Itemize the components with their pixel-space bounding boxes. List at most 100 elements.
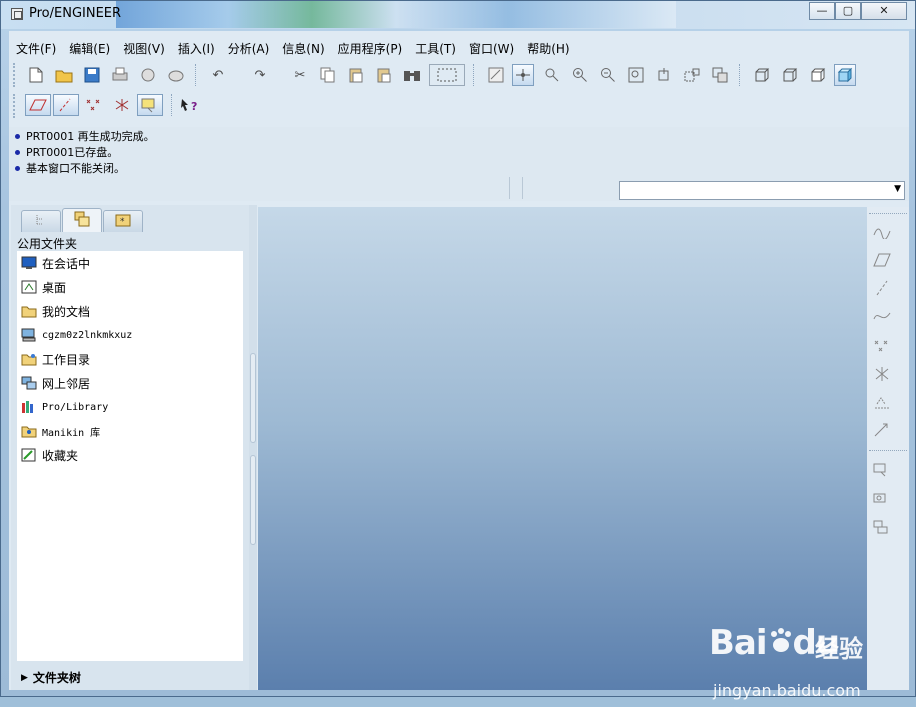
datum-target-icon[interactable] [871, 489, 893, 511]
maximize-button[interactable]: ▢ [835, 2, 861, 20]
client-area: 文件(F) 编辑(E) 视图(V) 插入(I) 分析(A) 信息(N) 应用程序… [9, 31, 909, 700]
send-mail-icon[interactable] [165, 64, 187, 86]
datum-point-icon[interactable] [871, 335, 893, 357]
plane-display-icon[interactable] [25, 94, 51, 116]
list-item[interactable]: 网上邻居 [17, 371, 243, 395]
menu-applications[interactable]: 应用程序(P) [331, 37, 409, 57]
cut-icon[interactable]: ✂ [289, 64, 311, 86]
bullet-icon [15, 133, 20, 139]
working-directory-icon [21, 351, 37, 367]
close-button[interactable]: ✕ [861, 2, 907, 20]
axis-display-icon[interactable] [53, 94, 79, 116]
splitter-handle[interactable] [250, 353, 256, 443]
toolbar-separator [739, 64, 742, 86]
paste-icon[interactable] [345, 64, 367, 86]
undo-icon[interactable]: ↶ [207, 64, 229, 86]
find-icon[interactable] [401, 64, 423, 86]
network-icon [21, 375, 37, 391]
edit-curve-icon[interactable] [871, 419, 893, 441]
svg-text:*: * [120, 217, 125, 227]
menu-tools[interactable]: 工具(T) [408, 37, 462, 57]
list-item-label: 在会话中 [42, 256, 91, 271]
zoom-out-icon[interactable] [597, 64, 619, 86]
no-hidden-icon[interactable] [807, 64, 829, 86]
list-item[interactable]: Manikin 库 [17, 419, 243, 443]
datum-curve-icon[interactable] [871, 305, 893, 327]
message-text: PRT0001已存盘。 [26, 146, 119, 159]
minimize-button[interactable]: — [809, 2, 835, 20]
refit-icon[interactable] [625, 64, 647, 86]
tab-model-tree[interactable] [21, 210, 61, 232]
redo-icon[interactable]: ↷ [249, 64, 271, 86]
list-item[interactable]: 在会话中 [17, 251, 243, 275]
expand-arrow-icon: ▶ [21, 672, 28, 683]
coordinate-system-icon[interactable] [871, 363, 893, 385]
bullet-icon [15, 149, 20, 155]
folder-list: 在会话中 桌面 我的文档 cgzm0z2lnkmkxuz 工作目录 网上邻居 P… [17, 251, 243, 661]
paste-special-icon[interactable] [373, 64, 395, 86]
csys-display-icon[interactable] [109, 94, 135, 116]
annotation-feature-icon[interactable] [871, 459, 893, 481]
message-line: PRT0001已存盘。 [15, 144, 118, 160]
folder-browser-icon [74, 211, 90, 230]
hidden-line-icon[interactable] [779, 64, 801, 86]
shading-icon[interactable] [834, 64, 856, 86]
new-icon[interactable] [25, 64, 47, 86]
menu-help[interactable]: 帮助(H) [520, 37, 575, 57]
select-box-icon[interactable] [429, 64, 465, 86]
list-item-label: 桌面 [42, 280, 67, 295]
datum-axis-icon[interactable] [871, 277, 893, 299]
saved-views-icon[interactable] [681, 64, 703, 86]
list-item[interactable]: 收藏夹 [17, 443, 243, 467]
list-item[interactable]: Pro/Library [17, 395, 243, 419]
command-dropdown[interactable]: ▼ [619, 181, 905, 200]
menu-window[interactable]: 窗口(W) [462, 37, 520, 57]
menu-view[interactable]: 视图(V) [116, 37, 171, 57]
open-icon[interactable] [53, 64, 75, 86]
library-icon [21, 399, 37, 415]
title-bar[interactable]: Pro/ENGINEER — ▢ ✕ [1, 1, 915, 29]
wireframe-icon[interactable] [751, 64, 773, 86]
message-line: 基本窗口不能关闭。 [15, 160, 125, 176]
app-icon[interactable] [11, 8, 23, 20]
copy-icon[interactable] [317, 64, 339, 86]
status-bar-divider[interactable] [509, 177, 523, 199]
message-text: PRT0001 再生成功完成。 [26, 130, 155, 143]
analysis-feature-icon[interactable] [871, 391, 893, 413]
toolbar-grip[interactable] [13, 63, 18, 87]
orient-icon[interactable] [541, 64, 563, 86]
print-icon[interactable] [109, 64, 131, 86]
point-display-icon[interactable] [81, 94, 107, 116]
context-help-icon[interactable]: ? [179, 94, 201, 116]
list-item[interactable]: 工作目录 [17, 347, 243, 371]
zoom-in-icon[interactable] [569, 64, 591, 86]
toolbar-grip[interactable] [13, 94, 18, 118]
repaint-icon[interactable] [485, 64, 507, 86]
save-icon[interactable] [81, 64, 103, 86]
list-item[interactable]: cgzm0z2lnkmkxuz [17, 323, 243, 347]
spin-center-icon[interactable] [512, 64, 534, 86]
set-datum-tag-icon[interactable] [871, 517, 893, 539]
toolbar-separator [869, 213, 907, 214]
list-item[interactable]: 我的文档 [17, 299, 243, 323]
menu-file[interactable]: 文件(F) [9, 37, 62, 57]
tab-folder-browser[interactable] [62, 208, 102, 232]
list-item[interactable]: 桌面 [17, 275, 243, 299]
annotation-display-icon[interactable] [137, 94, 163, 116]
menu-info[interactable]: 信息(N) [275, 37, 330, 57]
navigator-splitter[interactable] [249, 205, 257, 690]
datum-plane-icon[interactable] [871, 249, 893, 271]
graphics-window[interactable] [258, 207, 867, 690]
folder-tree-toggle[interactable]: ▶ 文件夹树 [21, 669, 81, 686]
layers-icon[interactable] [709, 64, 731, 86]
menu-insert[interactable]: 插入(I) [171, 37, 221, 57]
menu-analysis[interactable]: 分析(A) [221, 37, 276, 57]
splitter-handle[interactable] [250, 455, 256, 545]
send-icon[interactable] [137, 64, 159, 86]
sketch-icon[interactable] [871, 221, 893, 243]
list-item-label: 收藏夹 [42, 448, 79, 463]
chevron-down-icon[interactable]: ▼ [894, 184, 901, 194]
menu-edit[interactable]: 编辑(E) [62, 37, 116, 57]
tab-favorites[interactable]: * [103, 210, 143, 232]
reorient-icon[interactable] [653, 64, 675, 86]
